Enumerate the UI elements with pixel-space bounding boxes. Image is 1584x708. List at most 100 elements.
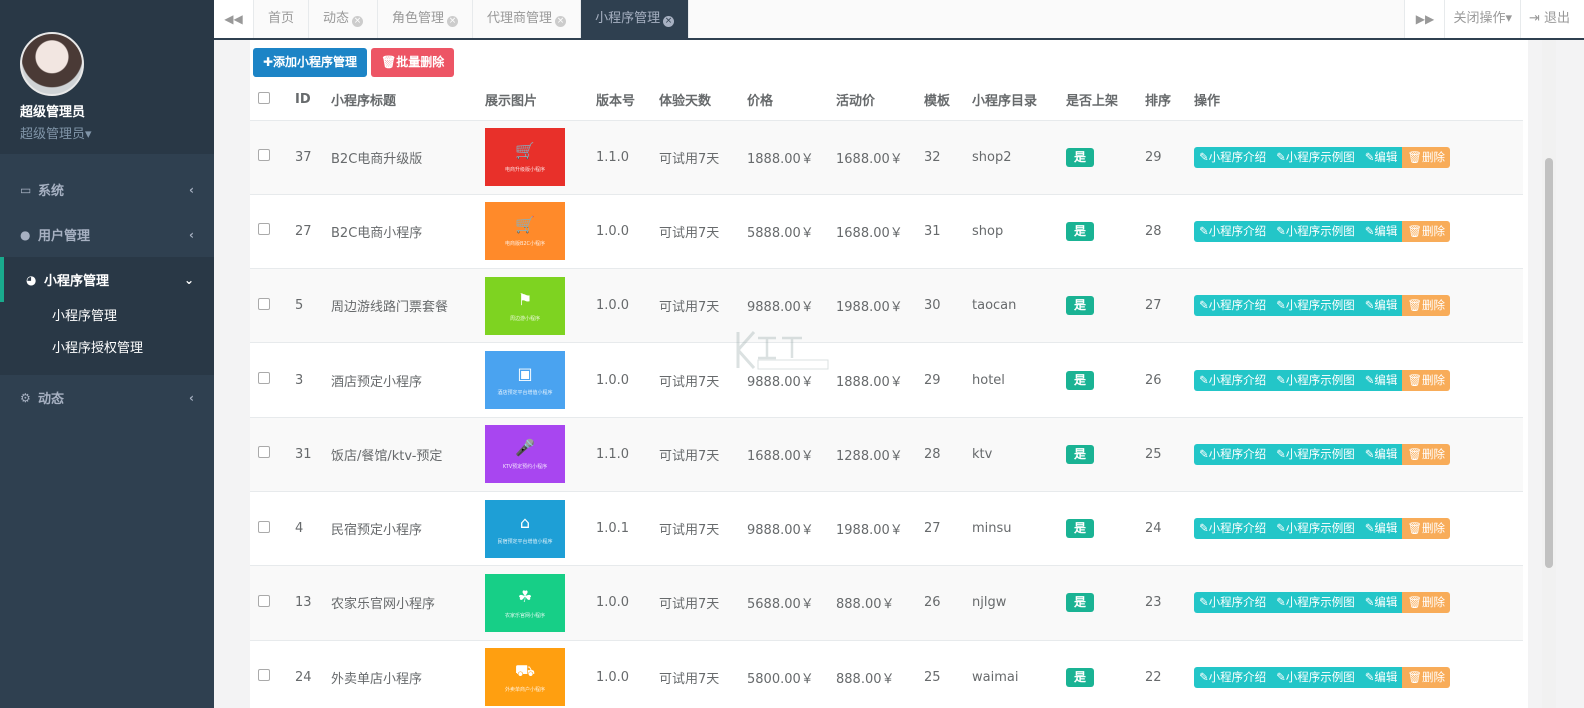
thumbnail-glyph-icon: 🛒 bbox=[515, 141, 535, 161]
delete-button[interactable]: 🗑删除 bbox=[1402, 369, 1451, 391]
intro-button[interactable]: ✎小程序介绍 bbox=[1194, 666, 1272, 688]
row-checkbox[interactable] bbox=[258, 594, 270, 607]
row-checkbox[interactable] bbox=[258, 520, 270, 533]
select-all-checkbox[interactable] bbox=[258, 91, 270, 104]
tab-label: 首页 bbox=[268, 11, 295, 26]
row-select-cell bbox=[250, 565, 287, 641]
edit-button[interactable]: ✎编辑 bbox=[1359, 295, 1403, 317]
table-body: 37 B2C电商升级版 🛒 电商升级版小程序 1.1.0 可试用7天 1888.00￥ 168… bbox=[250, 119, 1523, 708]
listed-badge[interactable]: 是 bbox=[1066, 147, 1094, 167]
example-image-button[interactable]: ✎小程序示例图 bbox=[1271, 220, 1360, 242]
listed-badge[interactable]: 是 bbox=[1066, 370, 1094, 390]
sidebar-subitem-authorization[interactable]: 小程序授权管理 bbox=[0, 333, 214, 365]
add-miniprogram-button[interactable]: ✚添加小程序管理 bbox=[253, 48, 368, 77]
example-image-button[interactable]: ✎小程序示例图 bbox=[1271, 592, 1360, 614]
intro-button[interactable]: ✎小程序介绍 bbox=[1194, 592, 1272, 614]
backward-icon: ◀◀ bbox=[224, 12, 243, 26]
column-header[interactable]: 模板 bbox=[916, 80, 964, 121]
logout-button[interactable]: ⇥ 退出 bbox=[1520, 0, 1584, 38]
column-header[interactable]: 小程序标题 bbox=[323, 80, 477, 121]
column-header[interactable]: 是否上架 bbox=[1058, 80, 1137, 121]
delete-button[interactable]: 🗑删除 bbox=[1402, 146, 1451, 168]
profile-role-dropdown[interactable]: 超级管理员▾ bbox=[20, 123, 214, 142]
thumbnail-caption: 民宿预定平台增值小程序 bbox=[497, 538, 553, 545]
scrollbar-thumb[interactable] bbox=[1545, 158, 1553, 568]
avatar[interactable] bbox=[20, 32, 84, 96]
listed-badge[interactable]: 是 bbox=[1066, 221, 1094, 241]
thumbnail-glyph-icon: 🛒 bbox=[515, 215, 535, 235]
cell-title: 酒店预定小程序 bbox=[323, 342, 477, 418]
column-header[interactable]: 价格 bbox=[739, 80, 828, 121]
row-checkbox[interactable] bbox=[258, 446, 270, 459]
delete-button[interactable]: 🗑删除 bbox=[1402, 666, 1451, 688]
row-select-cell bbox=[250, 193, 287, 269]
intro-button[interactable]: ✎小程序介绍 bbox=[1194, 443, 1272, 465]
sidebar-item-system[interactable]: ▭ 系统 ‹ bbox=[0, 167, 214, 212]
sidebar-subitem-miniprogram[interactable]: 小程序管理 bbox=[0, 301, 214, 333]
tab-role-management[interactable]: 角色管理 × bbox=[378, 0, 474, 38]
cell-id: 3 bbox=[287, 342, 323, 418]
close-icon[interactable]: × bbox=[663, 16, 675, 27]
close-operations-dropdown[interactable]: 关闭操作▾ bbox=[1444, 0, 1520, 38]
intro-button[interactable]: ✎小程序介绍 bbox=[1194, 146, 1272, 168]
edit-button[interactable]: ✎编辑 bbox=[1359, 518, 1403, 540]
cell-sort: 24 bbox=[1137, 490, 1186, 566]
tab-agent-management[interactable]: 代理商管理 × bbox=[473, 0, 582, 38]
edit-button[interactable]: ✎编辑 bbox=[1359, 592, 1403, 614]
delete-button[interactable]: 🗑删除 bbox=[1402, 518, 1451, 540]
row-checkbox[interactable] bbox=[258, 372, 270, 385]
tab-home[interactable]: 首页 bbox=[254, 0, 310, 38]
intro-button[interactable]: ✎小程序介绍 bbox=[1194, 518, 1272, 540]
column-header[interactable]: 小程序目录 bbox=[964, 80, 1058, 121]
close-icon[interactable]: × bbox=[352, 16, 364, 27]
column-header[interactable]: 排序 bbox=[1137, 80, 1186, 121]
row-checkbox[interactable] bbox=[258, 669, 270, 682]
cell-directory: njlgw bbox=[964, 565, 1058, 641]
listed-badge[interactable]: 是 bbox=[1066, 444, 1094, 464]
column-header[interactable]: 体验天数 bbox=[651, 80, 739, 121]
edit-button[interactable]: ✎编辑 bbox=[1359, 146, 1403, 168]
example-image-button[interactable]: ✎小程序示例图 bbox=[1271, 369, 1360, 391]
user-icon: ● bbox=[20, 227, 31, 242]
listed-badge[interactable]: 是 bbox=[1066, 296, 1094, 316]
thumbnail-caption: 酒店预定平台增值小程序 bbox=[497, 390, 553, 397]
edit-button[interactable]: ✎编辑 bbox=[1359, 666, 1403, 688]
tab-dynamic[interactable]: 动态 × bbox=[309, 0, 379, 38]
example-image-button[interactable]: ✎小程序示例图 bbox=[1271, 295, 1360, 317]
intro-button[interactable]: ✎小程序介绍 bbox=[1194, 295, 1272, 317]
delete-button[interactable]: 🗑删除 bbox=[1402, 443, 1451, 465]
edit-button[interactable]: ✎编辑 bbox=[1359, 220, 1403, 242]
close-icon[interactable]: × bbox=[447, 16, 459, 27]
cell-listed: 是 bbox=[1058, 416, 1137, 492]
batch-delete-button[interactable]: 🗑批量删除 bbox=[371, 48, 455, 77]
tab-scroll-right-button[interactable]: ▶▶ bbox=[1404, 0, 1445, 38]
close-icon[interactable]: × bbox=[555, 16, 567, 27]
tab-scroll-left-button[interactable]: ◀◀ bbox=[214, 0, 254, 38]
column-header[interactable]: 版本号 bbox=[588, 80, 651, 121]
listed-badge[interactable]: 是 bbox=[1066, 519, 1094, 539]
example-image-button[interactable]: ✎小程序示例图 bbox=[1271, 146, 1360, 168]
row-checkbox[interactable] bbox=[258, 297, 270, 310]
intro-button[interactable]: ✎小程序介绍 bbox=[1194, 369, 1272, 391]
sidebar-item-users[interactable]: ● 用户管理 ‹ bbox=[0, 212, 214, 257]
row-checkbox[interactable] bbox=[258, 149, 270, 162]
sidebar-item-miniprogram[interactable]: ◕ 小程序管理 ⌄ bbox=[0, 257, 214, 302]
sidebar-item-dynamic[interactable]: ⚙ 动态 ‹ bbox=[0, 375, 214, 420]
example-image-button[interactable]: ✎小程序示例图 bbox=[1271, 666, 1360, 688]
column-header[interactable]: 活动价 bbox=[828, 80, 916, 121]
tab-miniprogram-management[interactable]: 小程序管理 × bbox=[581, 0, 690, 38]
edit-button[interactable]: ✎编辑 bbox=[1359, 369, 1403, 391]
row-checkbox[interactable] bbox=[258, 223, 270, 236]
delete-button[interactable]: 🗑删除 bbox=[1402, 592, 1451, 614]
column-header[interactable]: ID bbox=[287, 80, 323, 121]
column-header: 操作 bbox=[1186, 80, 1523, 121]
edit-button[interactable]: ✎编辑 bbox=[1359, 443, 1403, 465]
delete-button[interactable]: 🗑删除 bbox=[1402, 295, 1451, 317]
example-image-button[interactable]: ✎小程序示例图 bbox=[1271, 518, 1360, 540]
listed-badge[interactable]: 是 bbox=[1066, 667, 1094, 687]
intro-button[interactable]: ✎小程序介绍 bbox=[1194, 220, 1272, 242]
example-image-button[interactable]: ✎小程序示例图 bbox=[1271, 443, 1360, 465]
delete-button[interactable]: 🗑删除 bbox=[1402, 220, 1451, 242]
row-actions: ✎小程序介绍 ✎小程序示例图 ✎编辑 🗑删除 bbox=[1194, 146, 1515, 168]
listed-badge[interactable]: 是 bbox=[1066, 593, 1094, 613]
